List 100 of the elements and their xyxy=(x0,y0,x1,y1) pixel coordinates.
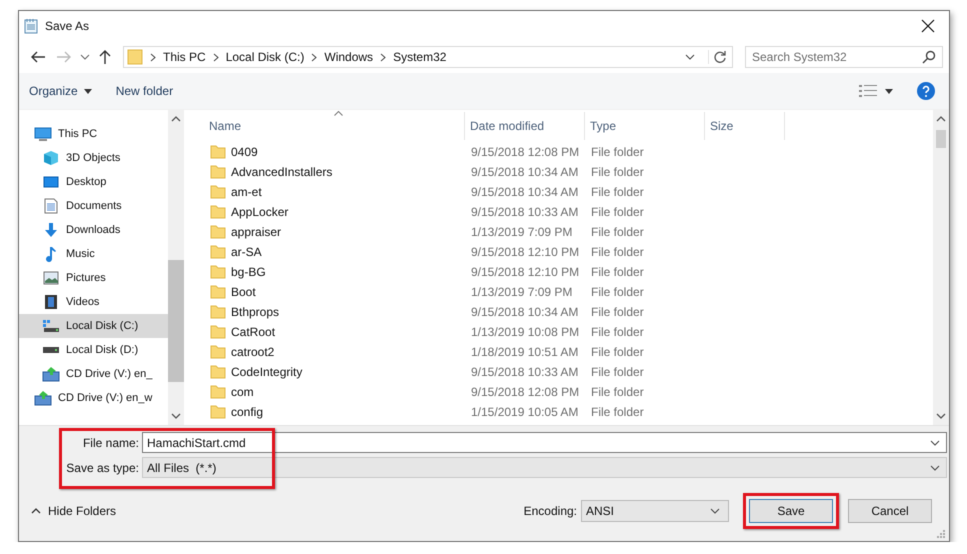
table-cell-text: 1/18/2019 10:51 AM xyxy=(470,345,580,359)
drive-icon xyxy=(42,319,60,333)
sidebar-item[interactable]: Documents xyxy=(19,194,168,218)
file-name[interactable]: catroot2 xyxy=(231,345,274,359)
disc-drive-icon xyxy=(42,366,60,382)
document-icon xyxy=(44,198,58,214)
file-name[interactable]: Bthprops xyxy=(231,305,280,319)
sidebar-item[interactable]: CD Drive (V:) en_ xyxy=(19,362,168,386)
file-name[interactable]: config xyxy=(231,405,264,419)
sidebar-item[interactable]: Local Disk (C:) xyxy=(19,314,168,338)
table-cell-text: File folder xyxy=(590,405,645,419)
chevron-down-icon[interactable] xyxy=(685,54,695,60)
table-cell-text: File folder xyxy=(590,145,645,159)
resize-grip-icon[interactable] xyxy=(937,530,945,538)
field-label: File name: xyxy=(82,436,140,450)
file-name[interactable]: CodeIntegrity xyxy=(231,365,302,379)
field-label: Save as type: xyxy=(65,460,140,474)
chevron-down-icon xyxy=(710,508,720,514)
sidebar-item[interactable]: Pictures xyxy=(19,266,168,290)
file-name[interactable]: CatRoot xyxy=(231,325,276,339)
search-field[interactable]: Search System32 xyxy=(745,46,943,68)
drive-icon xyxy=(42,346,60,354)
back-icon[interactable] xyxy=(30,50,46,64)
disc-drive-icon xyxy=(34,390,52,406)
scroll-up-icon[interactable] xyxy=(171,116,181,122)
file-name[interactable]: appraiser xyxy=(231,225,282,239)
encoding-dropdown[interactable]: ANSI xyxy=(581,500,729,522)
scroll-down-icon[interactable] xyxy=(171,413,181,419)
table-cell-text: File folder xyxy=(590,265,645,279)
column-header[interactable]: Type xyxy=(585,112,705,140)
table-cell-text: File folder xyxy=(590,305,645,319)
file-name[interactable]: bg-BG xyxy=(231,265,266,279)
scroll-thumb[interactable] xyxy=(936,130,946,148)
caret-icon xyxy=(84,88,92,94)
table-cell-text: File folder xyxy=(590,225,645,239)
table-cell-text: 1/13/2019 7:09 PM xyxy=(470,285,574,299)
sidebar-item[interactable]: Desktop xyxy=(19,170,168,194)
cancel-button[interactable]: Cancel xyxy=(848,499,932,523)
table-cell-text: 9/15/2018 10:33 AM xyxy=(470,205,580,219)
chevron-right-icon xyxy=(212,52,219,62)
field-label: Encoding: xyxy=(524,504,577,518)
sidebar-item[interactable]: Music xyxy=(19,242,168,266)
save-button[interactable]: Save xyxy=(749,499,833,523)
breadcrumb[interactable]: System32 xyxy=(393,50,446,64)
table-cell-text: 1/13/2019 7:09 PM xyxy=(470,225,574,239)
list-view-icon xyxy=(859,85,877,97)
scroll-thumb[interactable] xyxy=(168,260,184,382)
breadcrumb[interactable]: Local Disk (C:) xyxy=(226,50,304,64)
file-name[interactable]: ar-SA xyxy=(231,245,262,259)
search-icon[interactable] xyxy=(922,50,936,64)
music-note-icon xyxy=(45,246,57,262)
table-cell-text: File folder xyxy=(590,325,645,339)
chevron-down-icon[interactable] xyxy=(80,54,90,60)
chevron-up-icon xyxy=(31,508,41,514)
down-arrow-icon xyxy=(43,222,59,238)
new-folder-button[interactable]: New folder xyxy=(110,80,180,102)
refresh-icon[interactable] xyxy=(708,50,727,64)
table-cell-text: 9/15/2018 12:10 PM xyxy=(470,265,580,279)
file-name[interactable]: 0409 xyxy=(231,145,258,159)
sort-up-icon xyxy=(334,111,343,116)
close-icon[interactable] xyxy=(921,19,935,33)
address-bar[interactable]: This PC Local Disk (C:) Windows System32 xyxy=(123,46,733,68)
column-header[interactable]: Name xyxy=(204,112,465,140)
table-cell-text: 9/15/2018 10:34 AM xyxy=(470,185,580,199)
column-header[interactable]: Size xyxy=(705,112,785,140)
chevron-down-icon xyxy=(930,464,940,470)
sidebar-item[interactable]: Local Disk (D:) xyxy=(19,338,168,362)
sidebar-item[interactable]: This PC xyxy=(19,122,168,146)
table-cell-text: File folder xyxy=(590,165,645,179)
sidebar-item[interactable]: CD Drive (V:) en_w xyxy=(19,386,168,410)
organize-button[interactable]: Organize xyxy=(23,80,98,102)
file-name[interactable]: AdvancedInstallers xyxy=(231,165,332,179)
file-type-dropdown[interactable]: All Files (*.*) xyxy=(142,457,947,478)
scroll-down-icon[interactable] xyxy=(936,413,946,419)
column-header[interactable]: Date modified xyxy=(465,112,585,140)
scrollbar[interactable] xyxy=(933,110,949,425)
scrollbar[interactable] xyxy=(168,110,184,425)
file-name-field[interactable]: HamachiStart.cmd xyxy=(142,432,947,453)
sidebar-item[interactable]: Downloads xyxy=(19,218,168,242)
help-icon[interactable] xyxy=(917,82,935,100)
table-cell-text: 9/15/2018 12:08 PM xyxy=(470,385,580,399)
up-arrow-icon[interactable] xyxy=(98,49,112,65)
breadcrumb[interactable]: Windows xyxy=(324,50,374,64)
breadcrumb[interactable]: This PC xyxy=(163,50,206,64)
caret-icon xyxy=(885,88,893,94)
file-name[interactable]: com xyxy=(231,385,254,399)
cube-icon xyxy=(43,150,59,166)
scroll-up-icon[interactable] xyxy=(936,116,946,122)
table-cell-text: File folder xyxy=(590,205,645,219)
sidebar-item[interactable]: 3D Objects xyxy=(19,146,168,170)
file-name[interactable]: am-et xyxy=(231,185,262,199)
hide-folders-button[interactable]: Hide Folders xyxy=(29,504,116,518)
file-name[interactable]: Boot xyxy=(231,285,256,299)
table-cell-text: File folder xyxy=(590,285,645,299)
table-cell-text: 9/15/2018 10:34 AM xyxy=(470,305,580,319)
sidebar-item[interactable]: Videos xyxy=(19,290,168,314)
table-cell-text: File folder xyxy=(590,345,645,359)
desktop-icon xyxy=(43,175,59,189)
file-name[interactable]: AppLocker xyxy=(231,205,288,219)
table-cell-text: File folder xyxy=(590,245,645,259)
